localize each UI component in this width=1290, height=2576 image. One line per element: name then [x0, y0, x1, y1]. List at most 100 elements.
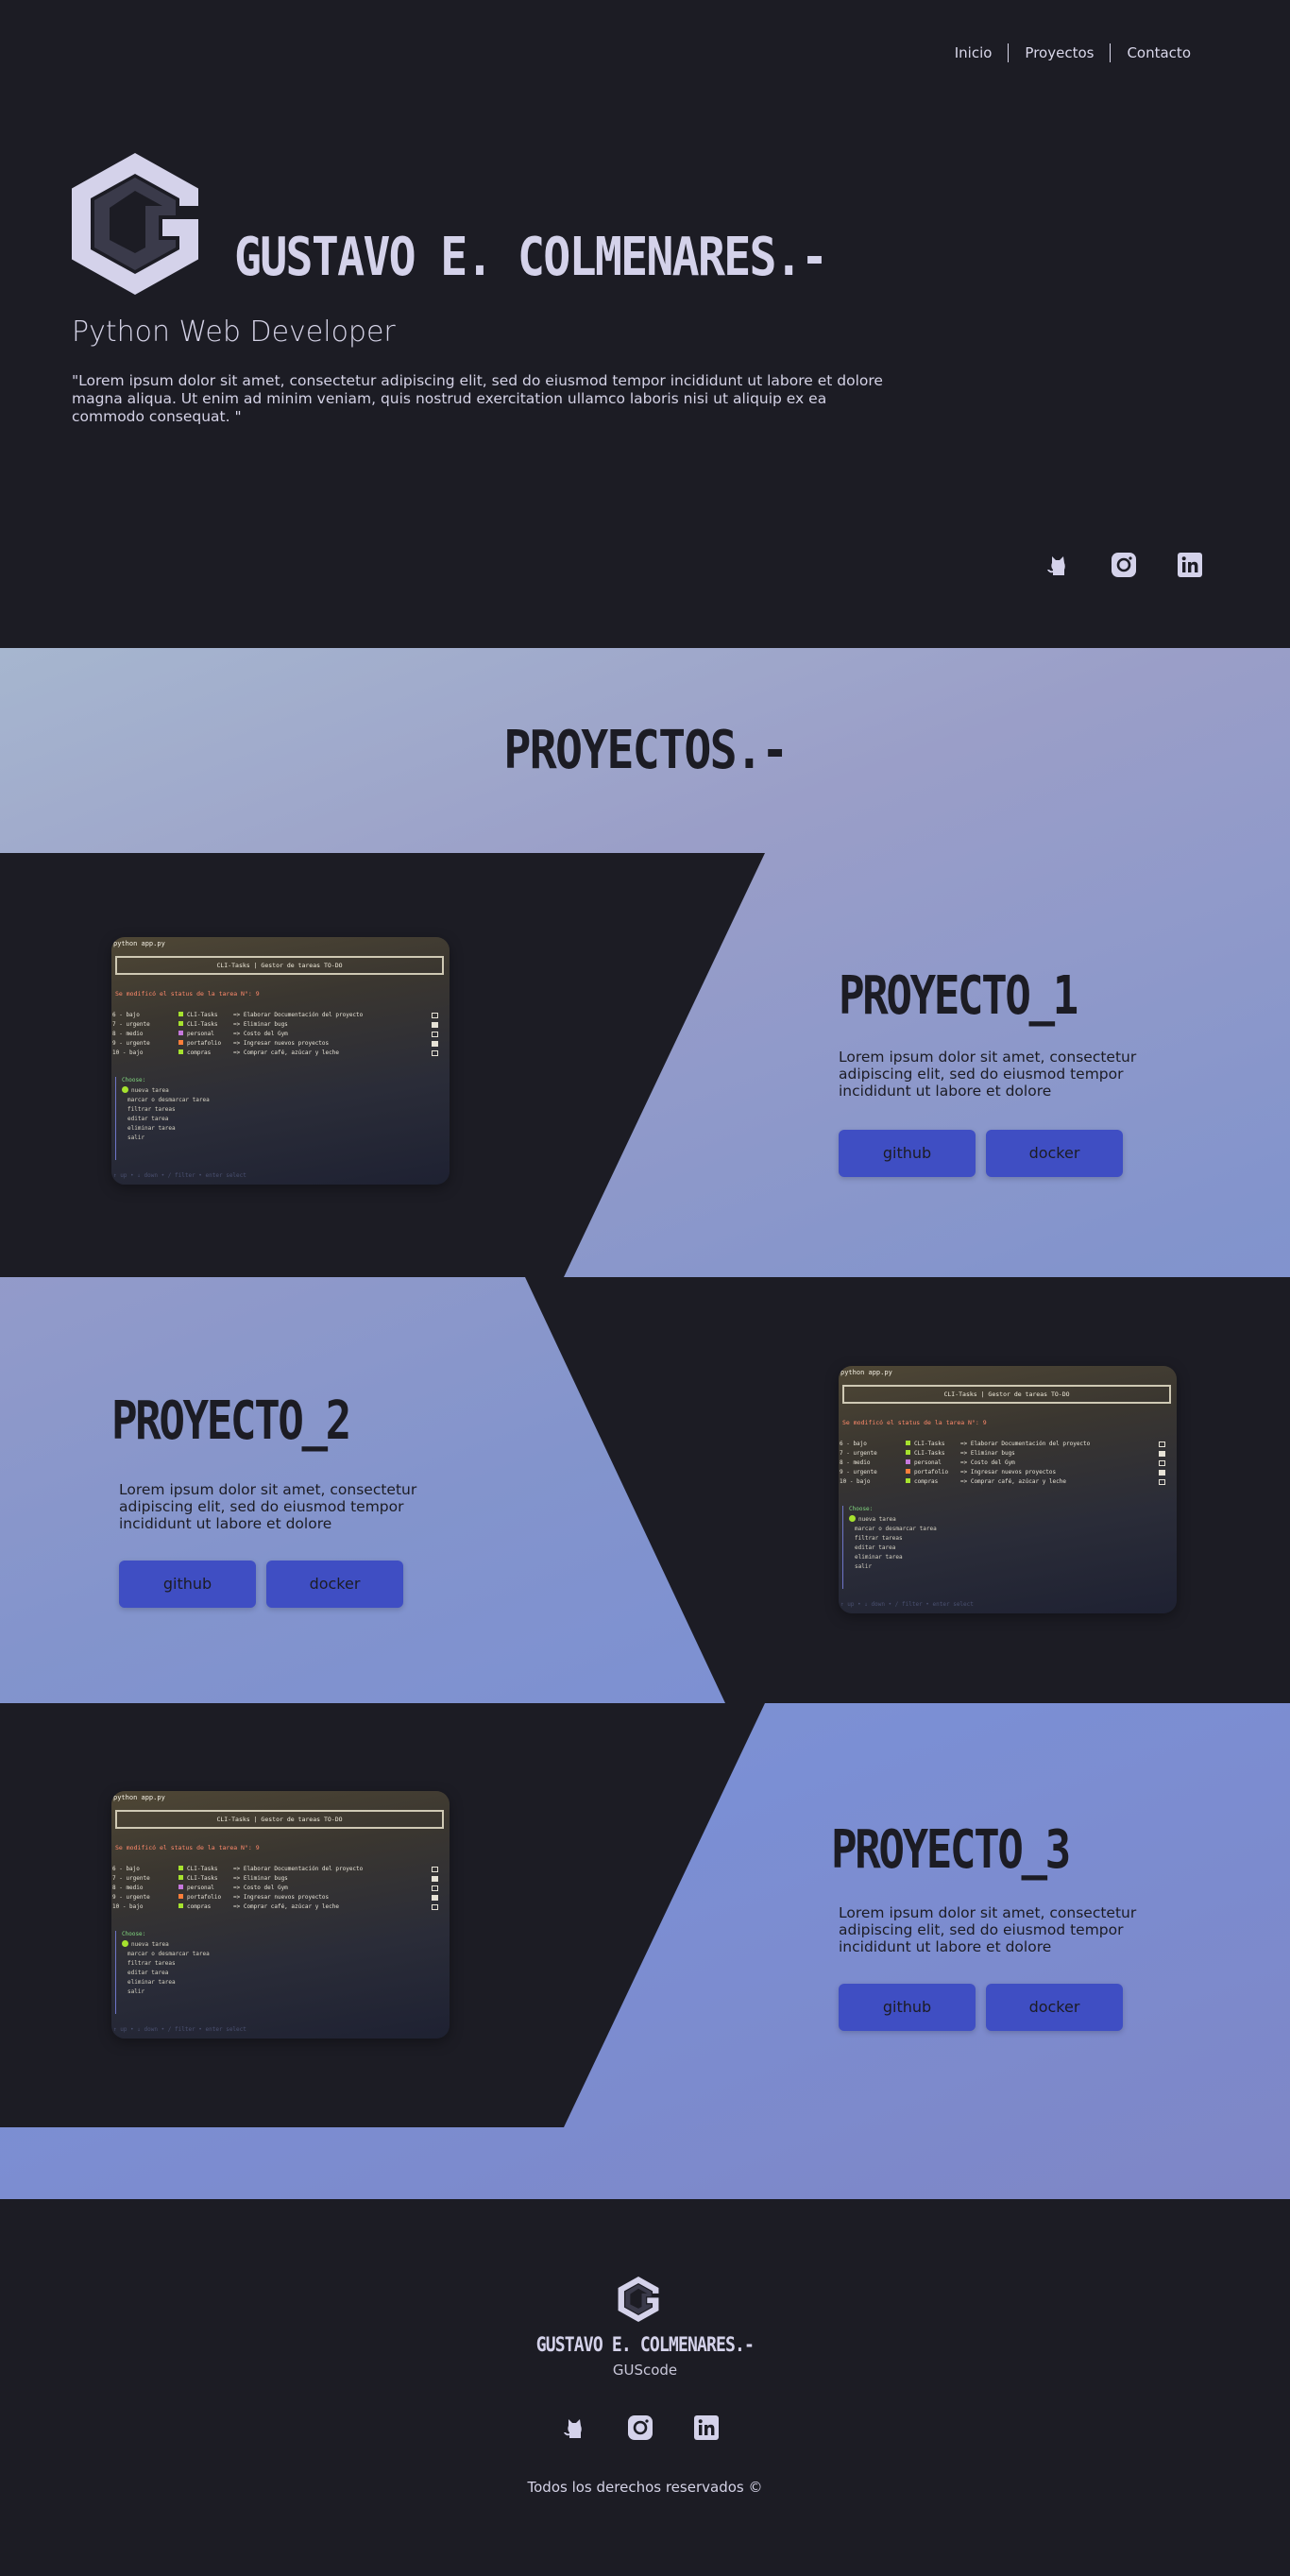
category-color-icon: [906, 1478, 910, 1483]
linkedin-icon[interactable]: [1177, 552, 1203, 578]
instagram-icon[interactable]: [1111, 552, 1137, 578]
task-row: 9 - urgente portafolio => Ingresar nuevos …: [840, 1468, 1165, 1477]
task-description: => Costo del Gym: [233, 1031, 288, 1037]
category-color-icon: [906, 1450, 910, 1455]
category-color-icon: [178, 1031, 183, 1035]
category-color-icon: [178, 1903, 183, 1908]
menu-option: filtrar tareas: [127, 1960, 176, 1967]
task-category: CLI-Tasks: [178, 1865, 233, 1874]
task-description: => Elaborar Documentación del proyecto: [233, 1012, 364, 1018]
nav-contacto[interactable]: Contacto: [1111, 44, 1207, 61]
project-1-description: Lorem ipsum dolor sit amet, consectetur …: [839, 1049, 1137, 1100]
task-category-label: personal: [914, 1459, 942, 1466]
menu-option: eliminar tarea: [127, 1979, 176, 1986]
task-row: 6 - bajo CLI-Tasks => Elaborar Documentaci…: [840, 1440, 1165, 1449]
task-priority: 8 - medio: [840, 1459, 871, 1466]
task-category: portafolio: [906, 1468, 960, 1477]
hero-role: Python Web Developer: [72, 316, 396, 349]
project-1-github-button[interactable]: github: [839, 1130, 976, 1177]
menu-option: eliminar tarea: [855, 1554, 903, 1561]
category-color-icon: [178, 1866, 183, 1870]
task-checkbox-icon: [432, 1032, 438, 1037]
menu-header: Choose:: [122, 1931, 146, 1937]
task-category-label: CLI-Tasks: [187, 1021, 218, 1028]
menu-header: Choose:: [849, 1506, 874, 1512]
task-priority: 6 - bajo: [112, 1866, 140, 1872]
footer-social-links: [561, 2414, 720, 2441]
task-description: => Comprar café, azúcar y leche: [233, 1049, 339, 1056]
github-icon[interactable]: [561, 2414, 587, 2441]
nav-inicio[interactable]: Inicio: [939, 44, 1009, 61]
task-priority: 10 - bajo: [112, 1049, 144, 1056]
project-1-docker-button[interactable]: docker: [986, 1130, 1123, 1177]
task-category-label: portafolio: [187, 1040, 222, 1047]
project-2-docker-button[interactable]: docker: [266, 1561, 403, 1608]
terminal-header: CLI-Tasks | Gestor de tareas TO-DO: [115, 1810, 444, 1829]
task-checkbox-icon: [432, 1885, 438, 1891]
project-2-github-button[interactable]: github: [119, 1561, 256, 1608]
menu-option: eliminar tarea: [127, 1125, 176, 1132]
hero-name: GUSTAVO E. COLMENARES.-: [234, 227, 828, 288]
task-checkbox-icon: [432, 1876, 438, 1882]
task-checkbox-icon: [432, 1904, 438, 1910]
category-color-icon: [178, 1885, 183, 1889]
project-3-title: PROYECTO_3: [831, 1819, 1071, 1881]
terminal-warning: Se modificó el status de la tarea N°: 9: [115, 990, 260, 998]
task-category-label: CLI-Tasks: [187, 1012, 218, 1018]
task-table: 6 - bajo CLI-Tasks => Elaborar Documentaci…: [112, 1011, 438, 1058]
task-checkbox-icon: [432, 1041, 438, 1047]
menu-option: editar tarea: [127, 1116, 169, 1122]
task-description: => Elaborar Documentación del proyecto: [233, 1866, 364, 1872]
task-checkbox-icon: [1159, 1451, 1165, 1457]
github-icon[interactable]: [1044, 552, 1071, 578]
task-checkbox-icon: [1159, 1470, 1165, 1476]
task-category-label: personal: [187, 1885, 214, 1891]
task-checkbox-icon: [1159, 1442, 1165, 1447]
category-color-icon: [178, 1040, 183, 1045]
terminal-command: python app.py: [113, 1794, 165, 1801]
project-2-title: PROYECTO_2: [111, 1390, 351, 1452]
task-description: => Eliminar bugs: [960, 1450, 1015, 1457]
task-category: CLI-Tasks: [906, 1440, 960, 1449]
project-2-description: Lorem ipsum dolor sit amet, consectetur …: [119, 1481, 417, 1532]
gc-logo-icon: [618, 2277, 659, 2322]
menu-option: salir: [127, 1134, 145, 1141]
instagram-icon[interactable]: [627, 2414, 653, 2441]
menu-option: editar tarea: [855, 1544, 896, 1551]
task-priority: 10 - bajo: [840, 1478, 871, 1485]
category-color-icon: [906, 1459, 910, 1464]
task-checkbox-icon: [432, 1867, 438, 1872]
hero-section: Inicio Proyectos Contacto GUSTAVO E. COL…: [0, 0, 1290, 648]
nav-proyectos[interactable]: Proyectos: [1009, 44, 1110, 61]
task-priority: 9 - urgente: [112, 1040, 150, 1047]
task-description: => Ingresar nuevos proyectos: [233, 1894, 330, 1901]
task-table: 6 - bajo CLI-Tasks => Elaborar Documentaci…: [840, 1440, 1165, 1487]
task-category-label: portafolio: [187, 1894, 222, 1901]
linkedin-icon[interactable]: [693, 2414, 720, 2441]
project-2-screenshot: python app.py CLI-Tasks | Gestor de tarea…: [839, 1366, 1177, 1613]
task-table: 6 - bajo CLI-Tasks => Elaborar Documentaci…: [112, 1865, 438, 1912]
task-priority: 9 - urgente: [840, 1469, 877, 1476]
menu-header: Choose:: [122, 1077, 146, 1083]
terminal-warning: Se modificó el status de la tarea N°: 9: [842, 1419, 987, 1426]
task-category: CLI-Tasks: [906, 1449, 960, 1459]
task-row: 10 - bajo compras => Comprar café, azúcar …: [112, 1902, 438, 1912]
task-checkbox-icon: [1159, 1460, 1165, 1466]
project-3-screenshot: python app.py CLI-Tasks | Gestor de tarea…: [111, 1791, 450, 2039]
menu-option: editar tarea: [127, 1970, 169, 1976]
task-checkbox-icon: [432, 1022, 438, 1028]
task-row: 8 - medio personal => Costo del Gym: [112, 1884, 438, 1893]
task-category: personal: [178, 1030, 233, 1039]
task-priority: 7 - urgente: [840, 1450, 877, 1457]
project-3-description: Lorem ipsum dolor sit amet, consectetur …: [839, 1904, 1137, 1955]
task-description: => Ingresar nuevos proyectos: [233, 1040, 330, 1047]
project-3-docker-button[interactable]: docker: [986, 1984, 1123, 2031]
category-color-icon: [178, 1875, 183, 1880]
task-category: CLI-Tasks: [178, 1020, 233, 1030]
menu-option: nueva tarea: [122, 1940, 210, 1950]
task-category: personal: [906, 1459, 960, 1468]
task-priority: 8 - medio: [112, 1031, 144, 1037]
task-checkbox-icon: [1159, 1479, 1165, 1485]
project-3-github-button[interactable]: github: [839, 1984, 976, 2031]
task-category-label: CLI-Tasks: [187, 1866, 218, 1872]
